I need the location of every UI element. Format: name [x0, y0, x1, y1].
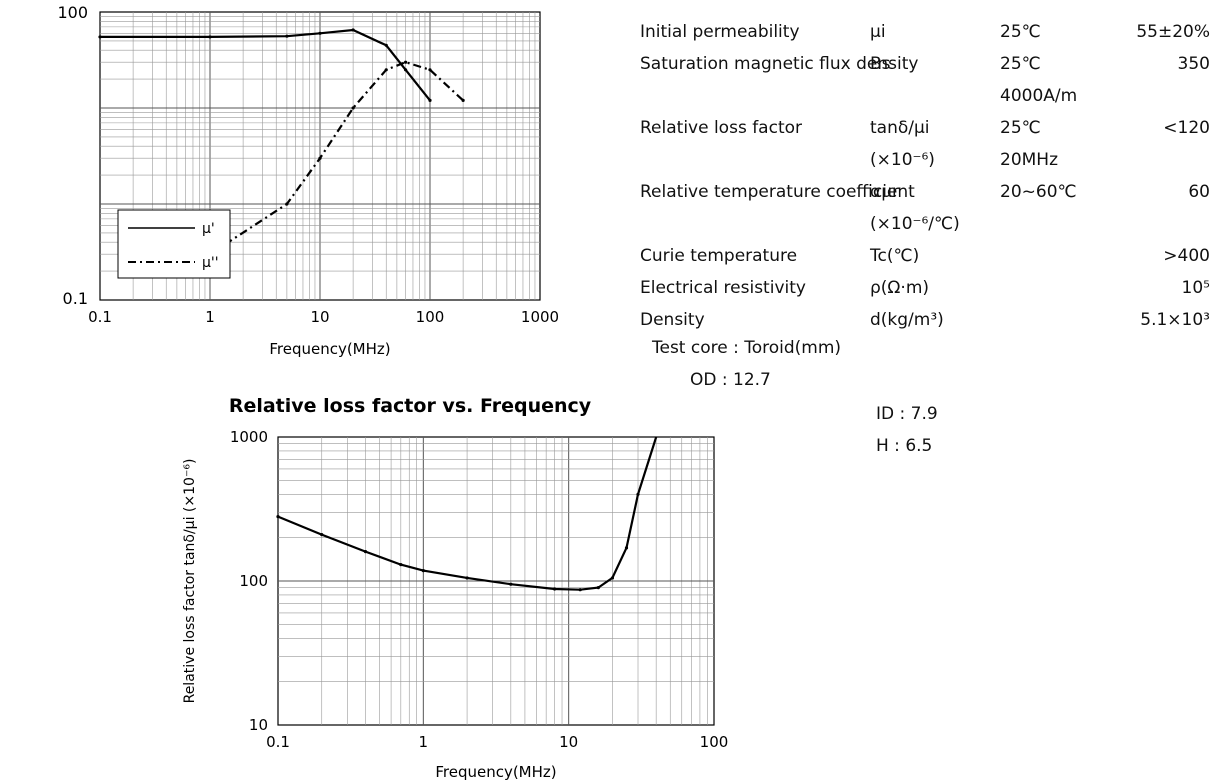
loss-factor-x-ticks: 0.1 1 10 100 — [266, 733, 728, 751]
permeability-legend: μ' μ'' — [117, 209, 231, 279]
data-point — [428, 98, 432, 102]
property-row: Electrical resistivity ρ(Ω·m) 10⁵ — [640, 266, 1210, 298]
property-value: >400 — [1163, 246, 1210, 266]
data-point — [578, 588, 582, 592]
property-value: 5.1×10³ — [1140, 310, 1210, 330]
data-point — [384, 68, 388, 72]
x-tick-label: 100 — [416, 308, 445, 326]
property-row: Relative temperature coefficient αμr 20~60… — [640, 170, 1210, 202]
permeability-chart: 100 0.1 0.1 1 10 100 1000 Frequency(MHz) μ' … — [57, 3, 559, 358]
property-row: Relative loss factor tanδ/μi 25℃ <120 — [640, 106, 1210, 138]
data-point — [318, 31, 322, 35]
properties-table: Initial permeability μi 25℃ 55±20% Saturatio… — [640, 10, 1210, 330]
property-value: 10⁵ — [1181, 278, 1210, 298]
x-tick-label: 10 — [310, 308, 329, 326]
data-point — [276, 515, 280, 519]
permeability-y-top-label: 100 — [57, 3, 88, 22]
property-symbol: ρ(Ω·m) — [870, 278, 930, 298]
property-condition: 25℃ — [1000, 54, 1041, 74]
property-symbol: (×10⁻⁶) — [870, 150, 935, 170]
property-symbol: tanδ/μi — [870, 118, 930, 138]
property-symbol: (×10⁻⁶/℃) — [870, 214, 960, 234]
test-core-title: Test core : Toroid(mm) — [652, 338, 842, 358]
x-tick-label: 0.1 — [88, 308, 112, 326]
data-point — [384, 43, 388, 47]
property-symbol: Bs — [870, 54, 891, 74]
property-name: Relative loss factor — [640, 118, 803, 138]
data-point — [461, 98, 465, 102]
permeability-x-label: Frequency(MHz) — [269, 340, 390, 358]
data-point — [465, 576, 469, 580]
legend-mu2-label: μ'' — [202, 255, 219, 271]
y-tick-label: 100 — [239, 572, 268, 590]
data-point — [403, 68, 408, 72]
x-tick-label: 100 — [700, 733, 729, 751]
property-row: (×10⁻⁶) 20MHz — [640, 138, 1210, 170]
property-row: Curie temperature Tc(℃) >400 — [640, 234, 1210, 266]
permeability-x-ticks: 0.1 1 10 100 1000 — [88, 308, 559, 326]
data-point — [285, 34, 289, 38]
data-point — [399, 562, 403, 567]
property-value: <120 — [1163, 118, 1210, 138]
property-symbol: μi — [870, 22, 886, 42]
property-value: 350 — [1177, 54, 1210, 74]
property-row: (×10⁻⁶/℃) — [640, 202, 1210, 234]
x-tick-label: 1 — [419, 733, 429, 751]
data-point — [509, 582, 513, 586]
x-tick-label: 1 — [205, 308, 215, 326]
property-condition: 20MHz — [1000, 150, 1059, 170]
data-point — [421, 569, 425, 573]
data-point — [208, 35, 212, 39]
x-tick-label: 0.1 — [266, 733, 290, 751]
property-value: 60 — [1188, 182, 1210, 202]
data-point — [403, 60, 408, 64]
y-tick-label: 10 — [249, 716, 268, 734]
property-symbol: Tc(℃) — [870, 246, 920, 266]
property-condition: 20~60℃ — [1000, 182, 1077, 202]
data-point — [552, 587, 557, 591]
property-name: Saturation magnetic flux density — [640, 54, 919, 74]
data-point — [428, 68, 432, 72]
loss-factor-y-label: Relative loss factor tanδ/μi (×10⁻⁶) — [182, 459, 198, 704]
property-symbol: αμr — [870, 182, 900, 202]
property-name: Initial permeability — [640, 22, 800, 42]
permeability-y-bottom-label: 0.1 — [63, 289, 88, 308]
property-name: Relative temperature coefficient — [640, 182, 915, 202]
data-point — [318, 156, 322, 160]
data-point — [351, 28, 355, 32]
data-point — [636, 492, 640, 496]
property-name: Curie temperature — [640, 246, 798, 266]
data-point — [320, 533, 324, 537]
property-condition: 25℃ — [1000, 22, 1041, 42]
x-tick-label: 10 — [559, 733, 578, 751]
data-point — [610, 576, 615, 580]
property-name: Electrical resistivity — [640, 278, 806, 298]
data-point — [98, 35, 102, 39]
legend-mu1-label: μ' — [202, 221, 215, 237]
y-tick-label: 1000 — [230, 428, 268, 446]
property-name: Density — [640, 310, 705, 330]
loss-factor-y-ticks: 1000 100 10 — [230, 428, 268, 734]
loss-factor-chart: Relative loss factor vs. Frequency 10001… — [182, 395, 728, 781]
data-point — [624, 546, 629, 550]
data-point — [363, 550, 368, 554]
test-core-od: OD : 12.7 — [690, 370, 771, 390]
data-point — [596, 585, 600, 590]
property-value: 55±20% — [1136, 22, 1210, 42]
data-point — [285, 202, 289, 206]
property-condition: 4000A/m — [1000, 86, 1078, 106]
test-core-id: ID : 7.9 — [876, 404, 938, 424]
x-tick-label: 1000 — [521, 308, 559, 326]
data-point — [351, 106, 355, 110]
property-condition: 25℃ — [1000, 118, 1041, 138]
test-core-h: H : 6.5 — [876, 436, 933, 456]
property-row: Initial permeability μi 25℃ 55±20% — [640, 10, 1210, 42]
loss-factor-x-label: Frequency(MHz) — [435, 763, 556, 781]
property-symbol: d(kg/m³) — [870, 310, 944, 330]
property-row: 4000A/m — [640, 74, 1210, 106]
property-row: Density d(kg/m³) 5.1×10³ — [640, 298, 1210, 330]
property-row: Saturation magnetic flux density Bs 25℃ 350 — [640, 42, 1210, 74]
loss-factor-title: Relative loss factor vs. Frequency — [229, 395, 592, 417]
